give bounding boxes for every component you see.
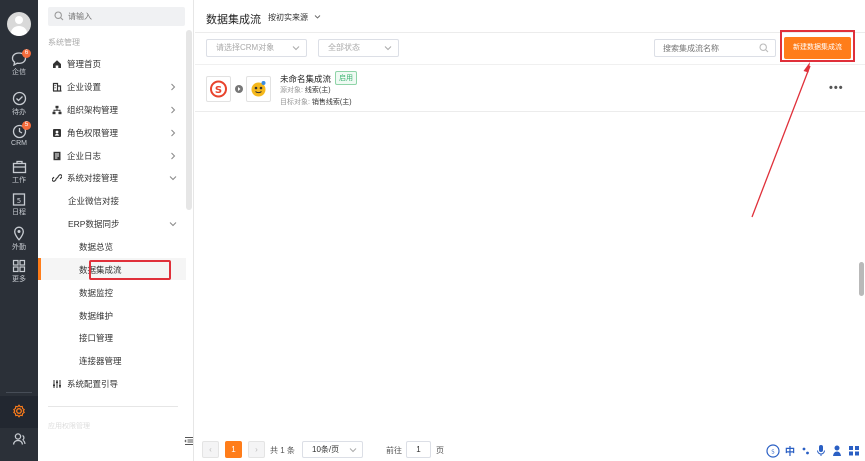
- punctuation-icon[interactable]: [801, 445, 811, 456]
- goto-label: 前往: [386, 446, 402, 455]
- sub-item-connectors[interactable]: 连接器管理: [79, 351, 122, 371]
- menu-label: 系统配置引导: [67, 379, 119, 389]
- chevron-right-icon: [171, 83, 176, 91]
- sidebar-search[interactable]: [48, 7, 185, 26]
- sub-item-erp-label: ERP数据同步: [68, 219, 120, 229]
- grid-menu-icon[interactable]: [848, 445, 860, 456]
- menu-item-integration[interactable]: 系统对接管理: [38, 168, 186, 188]
- rail-divider: [6, 392, 32, 393]
- location-icon: [14, 226, 24, 241]
- svg-text:5: 5: [17, 197, 21, 205]
- log-icon: [53, 151, 61, 161]
- menu-item-home[interactable]: 管理首页: [38, 54, 186, 74]
- menu-label: 企业设置: [67, 82, 102, 92]
- rail-item-schedule[interactable]: 5 日程: [0, 192, 38, 217]
- total-count: 共 1 条: [270, 446, 295, 455]
- rail-label-crm: CRM: [11, 140, 27, 147]
- sub-item-maintenance[interactable]: 数据维护: [79, 306, 113, 326]
- collapse-menu-icon[interactable]: [184, 436, 194, 446]
- menu-item-roles[interactable]: 角色权限管理: [38, 123, 186, 143]
- menu-label: 企业日志: [67, 151, 102, 161]
- rail-item-work[interactable]: 工作: [0, 160, 38, 185]
- page-size-select[interactable]: 10条/页: [302, 441, 363, 458]
- sub-item-wechat[interactable]: 企业微信对接: [68, 191, 119, 211]
- rail-item-chat[interactable]: 6 企信: [0, 49, 38, 77]
- ime-lang[interactable]: 中: [785, 443, 795, 458]
- ime-logo-icon[interactable]: S: [766, 444, 780, 458]
- prev-page-button[interactable]: ‹: [202, 441, 219, 458]
- home-icon: [53, 60, 61, 68]
- settings-icon: [13, 404, 25, 418]
- annotation-arrow: [751, 62, 811, 218]
- sub-item-overview[interactable]: 数据总览: [79, 237, 113, 257]
- sidebar-scrollbar[interactable]: [186, 30, 192, 210]
- rail-label-schedule: 日程: [12, 209, 26, 216]
- current-page[interactable]: 1: [225, 441, 242, 458]
- user-lock-icon: [53, 129, 61, 137]
- rail-item-crm[interactable]: 5 CRM: [0, 121, 38, 147]
- menu-item-guide[interactable]: 系统配置引导: [38, 374, 186, 394]
- active-item-indicator: [38, 258, 41, 280]
- svg-text:S: S: [771, 450, 774, 456]
- calendar-icon: 5: [12, 193, 26, 206]
- pagination: ‹ 1 › 共 1 条 10条/页 前往 1 页: [195, 440, 865, 461]
- microphone-icon[interactable]: [816, 444, 826, 457]
- org-icon: [52, 105, 62, 115]
- goto-page-input[interactable]: 1: [406, 441, 431, 458]
- check-circle-icon: [12, 91, 26, 106]
- user-icon[interactable]: [832, 444, 842, 457]
- menu-label: 系统对接管理: [67, 173, 119, 183]
- settings-sidebar: 系统管理 管理首页 企业设置 组织架构管理 角色权限管理 企业日志 系统对接管理…: [38, 0, 194, 461]
- ime-toolbar: S 中: [766, 443, 862, 459]
- rail-item-settings[interactable]: [0, 404, 38, 418]
- sliders-icon: [53, 380, 61, 388]
- sidebar-divider: [48, 406, 178, 407]
- menu-item-org[interactable]: 组织架构管理: [38, 100, 186, 120]
- link-icon: [52, 174, 62, 182]
- menu-label: 角色权限管理: [67, 128, 119, 138]
- briefcase-icon: [12, 160, 26, 174]
- rail-item-todo[interactable]: 待办: [0, 91, 38, 117]
- contacts-icon: [12, 433, 26, 445]
- rail-label-todo: 待办: [12, 109, 26, 116]
- menu-item-logs[interactable]: 企业日志: [38, 146, 186, 166]
- main-scrollbar[interactable]: [859, 262, 864, 296]
- app-rail: 6 企信 待办 5 CRM 工作 5 日程 外勤 更多: [0, 0, 38, 461]
- sidebar-search-input[interactable]: [68, 7, 178, 26]
- rail-label-chat: 企信: [12, 69, 26, 76]
- sub-item-api[interactable]: 接口管理: [79, 328, 113, 348]
- chevron-right-icon: [171, 152, 176, 160]
- chevron-down-icon: [349, 448, 357, 453]
- rail-label-more: 更多: [12, 276, 26, 283]
- menu-label: 管理首页: [67, 59, 102, 69]
- chevron-right-icon: [171, 106, 176, 114]
- chevron-down-icon: [169, 176, 177, 181]
- rail-item-more[interactable]: 更多: [0, 259, 38, 284]
- next-page-button[interactable]: ›: [248, 441, 265, 458]
- rail-label-field: 外勤: [12, 244, 26, 251]
- menu-label: 组织架构管理: [67, 105, 119, 115]
- annotation-box-sidebar: [89, 260, 171, 280]
- main-content: 数据集成流 按初实来源 请选择CRM对象 全部状态 新建数据集成流 S 未命名集…: [195, 0, 865, 461]
- rail-item-contacts[interactable]: [0, 432, 38, 446]
- grid-icon: [12, 259, 26, 273]
- sub-item-erp[interactable]: ERP数据同步: [68, 214, 186, 234]
- building-icon: [52, 82, 62, 92]
- page-unit: 页: [436, 446, 444, 455]
- user-avatar[interactable]: [7, 12, 31, 36]
- faded-menu-text: 应用权限管理: [48, 423, 90, 430]
- rail-item-field[interactable]: 外勤: [0, 226, 38, 252]
- section-title: 系统管理: [48, 38, 80, 47]
- menu-item-company[interactable]: 企业设置: [38, 77, 186, 97]
- chevron-down-icon: [169, 222, 177, 227]
- sub-item-monitor[interactable]: 数据监控: [79, 283, 113, 303]
- rail-label-work: 工作: [12, 177, 26, 184]
- crm-badge: 5: [22, 121, 31, 130]
- page-size-value: 10条/页: [312, 445, 340, 454]
- chat-badge: 6: [22, 49, 31, 58]
- chevron-right-icon: [171, 129, 176, 137]
- search-icon: [54, 11, 64, 21]
